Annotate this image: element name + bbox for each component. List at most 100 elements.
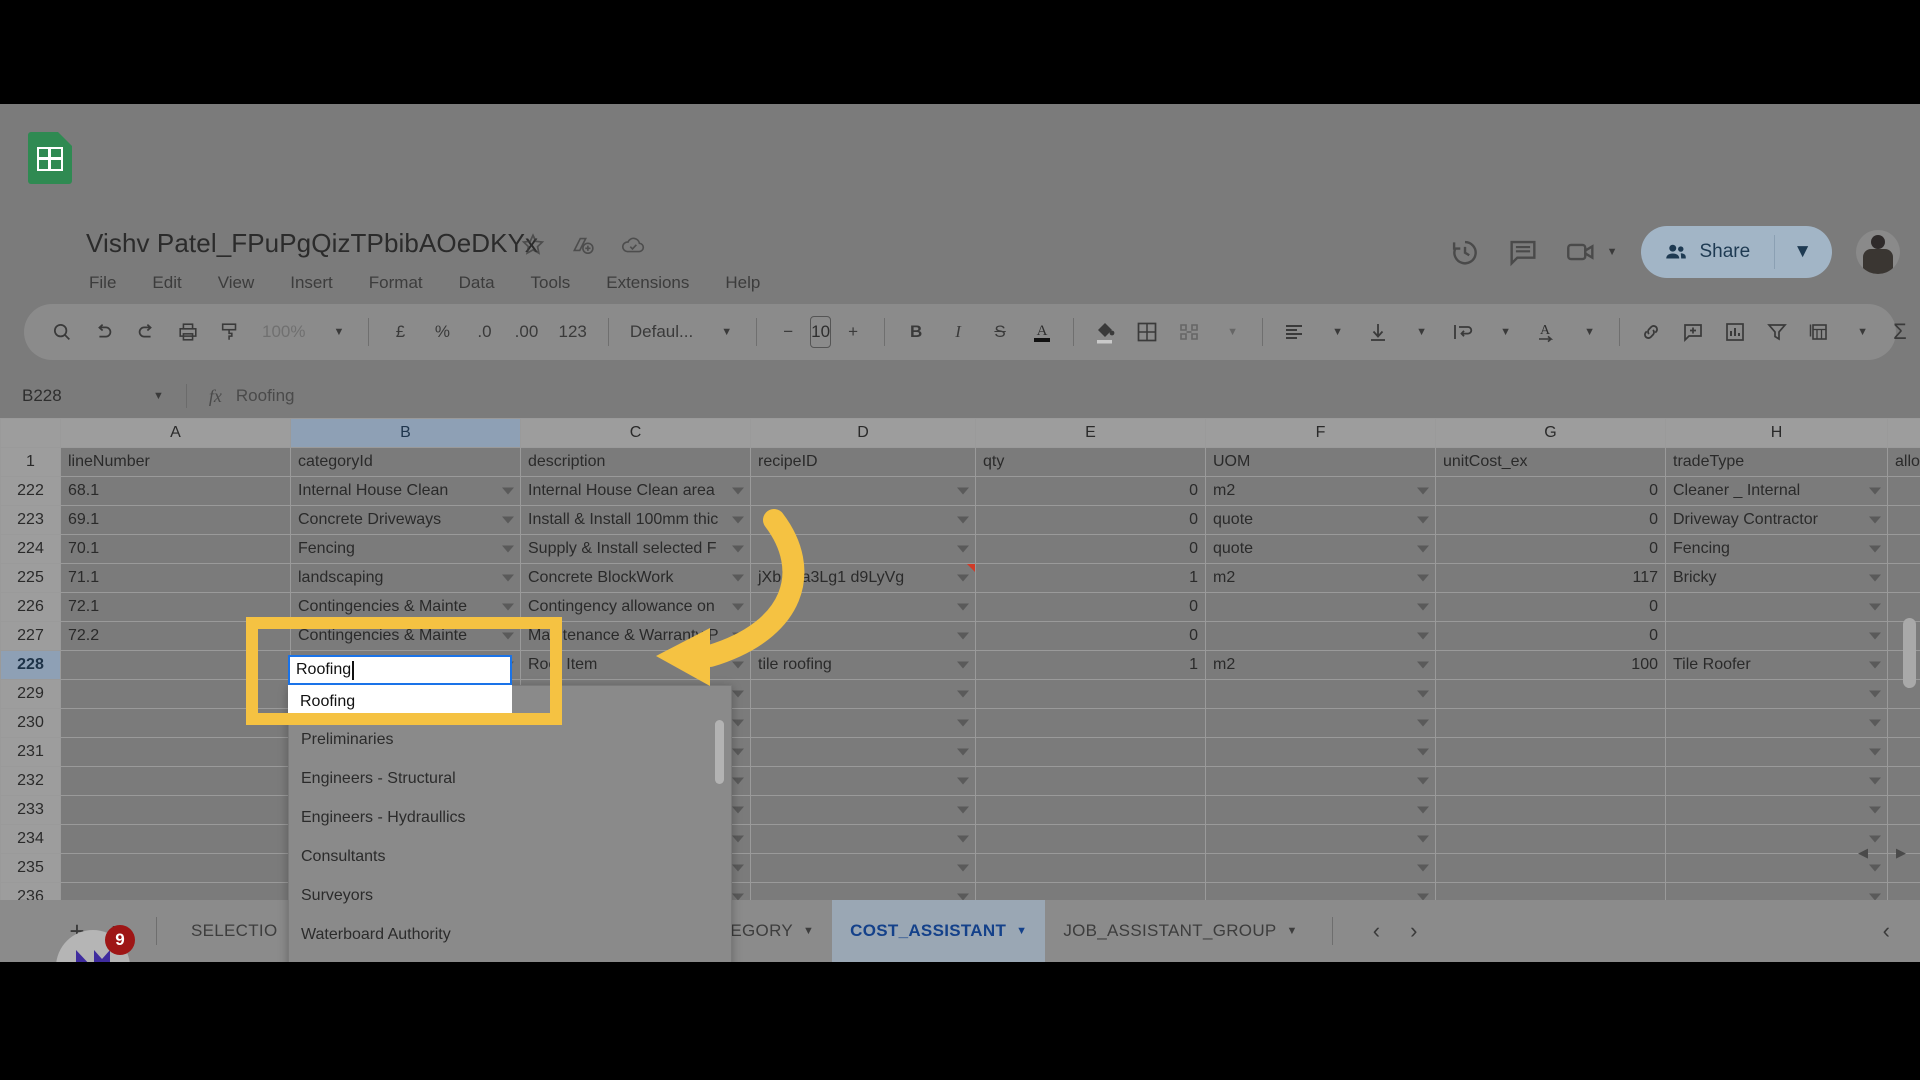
grid-cell[interactable]: tile roofing bbox=[750, 650, 976, 680]
name-box-chevron-down-icon[interactable]: ▼ bbox=[153, 390, 164, 402]
rotation-chevron-down-icon[interactable]: ▼ bbox=[1568, 312, 1608, 352]
grid-cell[interactable]: Concrete Driveways bbox=[290, 505, 521, 535]
grid-cell[interactable]: m2 bbox=[1205, 650, 1436, 680]
grid-cell[interactable]: Bricky bbox=[1665, 563, 1888, 593]
header-cell[interactable]: tradeType bbox=[1665, 447, 1888, 477]
functions-chevron-down-icon[interactable]: ▼ bbox=[1841, 312, 1881, 352]
dropdown-item-waterboard-authority[interactable]: Waterboard Authority bbox=[289, 915, 731, 954]
cell-dropdown-icon[interactable] bbox=[1869, 574, 1881, 582]
grid-cell[interactable] bbox=[750, 853, 976, 883]
grid-cell[interactable] bbox=[1665, 679, 1888, 709]
increase-font-size-button[interactable]: + bbox=[833, 312, 873, 352]
font-chevron-down-icon[interactable]: ▼ bbox=[705, 312, 745, 352]
wrap-chevron-down-icon[interactable]: ▼ bbox=[1484, 312, 1524, 352]
grid-cell[interactable]: 0 bbox=[975, 476, 1206, 506]
grid-cell[interactable] bbox=[750, 505, 976, 535]
cell-dropdown-icon[interactable] bbox=[1417, 516, 1429, 524]
grid-cell[interactable] bbox=[1205, 853, 1436, 883]
cell-dropdown-icon[interactable] bbox=[1417, 632, 1429, 640]
cell-dropdown-icon[interactable] bbox=[732, 690, 744, 698]
column-header-f[interactable]: F bbox=[1205, 418, 1436, 448]
header-cell[interactable]: categoryId bbox=[290, 447, 521, 477]
cell-dropdown-icon[interactable] bbox=[502, 632, 514, 640]
grid-cell[interactable] bbox=[975, 795, 1206, 825]
cell-dropdown-icon[interactable] bbox=[1417, 661, 1429, 669]
grid-cell[interactable] bbox=[1887, 534, 1920, 564]
grid-cell[interactable] bbox=[1887, 592, 1920, 622]
column-header-e[interactable]: E bbox=[975, 418, 1206, 448]
cell-dropdown-icon[interactable] bbox=[732, 487, 744, 495]
cell-dropdown-icon[interactable] bbox=[502, 487, 514, 495]
redo-icon[interactable] bbox=[126, 312, 166, 352]
grid-cell[interactable] bbox=[750, 737, 976, 767]
grid-cell[interactable] bbox=[60, 650, 291, 680]
grid-cell[interactable]: Concrete BlockWork bbox=[520, 563, 751, 593]
row-header[interactable]: 232 bbox=[0, 766, 61, 796]
grid-cell[interactable]: 0 bbox=[1435, 505, 1666, 535]
cell-dropdown-icon[interactable] bbox=[732, 835, 744, 843]
grid-cell[interactable] bbox=[1205, 737, 1436, 767]
menu-item-view[interactable]: View bbox=[213, 270, 260, 296]
grid-cell[interactable]: quote bbox=[1205, 534, 1436, 564]
header-cell[interactable]: allo bbox=[1887, 447, 1920, 477]
print-icon[interactable] bbox=[168, 312, 208, 352]
grid-cell[interactable] bbox=[750, 795, 976, 825]
grid-cell[interactable] bbox=[750, 882, 976, 900]
grid-cell[interactable] bbox=[60, 708, 291, 738]
fill-color-icon[interactable] bbox=[1085, 312, 1125, 352]
cell-dropdown-icon[interactable] bbox=[1417, 487, 1429, 495]
column-header-d[interactable]: D bbox=[750, 418, 976, 448]
cell-dropdown-icon[interactable] bbox=[502, 516, 514, 524]
grid-cell[interactable] bbox=[1665, 882, 1888, 900]
header-cell[interactable]: qty bbox=[975, 447, 1206, 477]
row-header[interactable]: 228 bbox=[0, 650, 61, 680]
cell-dropdown-icon[interactable] bbox=[502, 603, 514, 611]
grid-cell[interactable] bbox=[1887, 505, 1920, 535]
header-cell[interactable]: unitCost_ex bbox=[1435, 447, 1666, 477]
meet-camera-icon[interactable] bbox=[1564, 235, 1598, 269]
row-header[interactable]: 223 bbox=[0, 505, 61, 535]
row-header[interactable]: 230 bbox=[0, 708, 61, 738]
sheet-tab-job-assistant-group[interactable]: JOB_ASSISTANT_GROUP ▼ bbox=[1045, 900, 1315, 962]
row-header[interactable]: 227 bbox=[0, 621, 61, 651]
cell-dropdown-icon[interactable] bbox=[1417, 574, 1429, 582]
grid-cell[interactable] bbox=[1665, 708, 1888, 738]
cell-dropdown-icon[interactable] bbox=[1869, 487, 1881, 495]
grid-cell[interactable] bbox=[975, 853, 1206, 883]
grid-cell[interactable] bbox=[1205, 795, 1436, 825]
cell-dropdown-icon[interactable] bbox=[732, 545, 744, 553]
sum-button[interactable]: Σ bbox=[1883, 312, 1917, 352]
grid-cell[interactable]: Roof Item bbox=[520, 650, 751, 680]
dropdown-item-preliminaries[interactable]: Preliminaries bbox=[289, 720, 731, 759]
cell-dropdown-icon[interactable] bbox=[1869, 545, 1881, 553]
grid-cell[interactable] bbox=[1205, 882, 1436, 900]
row-header[interactable]: 229 bbox=[0, 679, 61, 709]
grid-cell[interactable]: Maintenance & Warranty P bbox=[520, 621, 751, 651]
column-header-h[interactable]: H bbox=[1665, 418, 1888, 448]
halign-chevron-down-icon[interactable]: ▼ bbox=[1316, 312, 1356, 352]
grid-cell[interactable] bbox=[750, 476, 976, 506]
autocomplete-suggestion[interactable]: Roofing bbox=[288, 685, 512, 719]
cell-dropdown-icon[interactable] bbox=[1869, 632, 1881, 640]
grid-cell[interactable]: 0 bbox=[1435, 476, 1666, 506]
cell-dropdown-icon[interactable] bbox=[1869, 748, 1881, 756]
grid-cell[interactable] bbox=[1887, 795, 1920, 825]
zoom-chevron-down-icon[interactable]: ▼ bbox=[317, 312, 357, 352]
grid-cell[interactable]: Tile Roofer bbox=[1665, 650, 1888, 680]
cell-dropdown-icon[interactable] bbox=[957, 603, 969, 611]
cell-dropdown-icon[interactable] bbox=[957, 632, 969, 640]
grid-cell[interactable]: Contingency allowance on bbox=[520, 592, 751, 622]
grid-cell[interactable] bbox=[975, 708, 1206, 738]
grid-cell[interactable] bbox=[1887, 708, 1920, 738]
star-icon[interactable] bbox=[520, 232, 546, 258]
menu-item-help[interactable]: Help bbox=[720, 270, 765, 296]
cell-dropdown-icon[interactable] bbox=[1417, 777, 1429, 785]
grid-cell[interactable] bbox=[1887, 766, 1920, 796]
cell-dropdown-icon[interactable] bbox=[732, 777, 744, 785]
scroll-left-icon[interactable]: ◀ bbox=[1858, 845, 1868, 861]
cell-editor-input[interactable]: Roofing bbox=[288, 655, 512, 685]
menu-item-data[interactable]: Data bbox=[454, 270, 500, 296]
side-panel-toggle[interactable]: ‹ bbox=[1883, 918, 1920, 944]
row-header[interactable]: 1 bbox=[0, 447, 61, 477]
cloud-saved-icon[interactable] bbox=[620, 232, 646, 258]
